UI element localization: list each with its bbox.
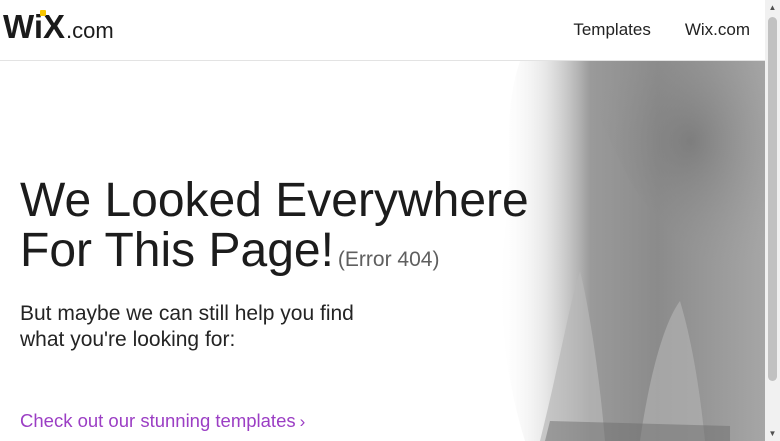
subtitle-line-2: what you're looking for:: [20, 328, 236, 351]
scroll-up-icon[interactable]: ▲: [765, 0, 780, 15]
vertical-scrollbar[interactable]: ▲ ▼: [765, 0, 780, 441]
error-code: (Error 404): [337, 248, 440, 271]
nav-wix-link[interactable]: Wix.com: [685, 20, 750, 40]
scroll-down-icon[interactable]: ▼: [765, 426, 780, 441]
cta-label: Check out our stunning templates: [20, 410, 296, 431]
logo-dot: [40, 10, 46, 16]
logo-wordmark: WiX: [3, 8, 66, 45]
title-line-2: For This Page!: [20, 224, 334, 277]
nav-templates-link[interactable]: Templates: [573, 20, 650, 40]
scroll-thumb[interactable]: [768, 17, 777, 381]
subtitle-line-1: But maybe we can still help you find: [20, 302, 354, 325]
site-header: WiX .com Templates Wix.com: [0, 0, 765, 61]
logo-tld: .com: [66, 18, 114, 43]
chevron-right-icon: ›: [299, 412, 306, 431]
wix-logo[interactable]: WiX .com: [3, 8, 114, 48]
top-nav: Templates Wix.com: [573, 20, 750, 40]
page-title: We Looked Everywhere For This Page! (Erro…: [20, 176, 529, 285]
page: WiX .com Templates Wix.com We Looked Eve…: [0, 0, 765, 441]
subtitle: But maybe we can still help you find wha…: [20, 301, 400, 353]
title-line-1: We Looked Everywhere: [20, 174, 529, 227]
templates-cta-link[interactable]: Check out our stunning templates ›: [20, 410, 305, 432]
